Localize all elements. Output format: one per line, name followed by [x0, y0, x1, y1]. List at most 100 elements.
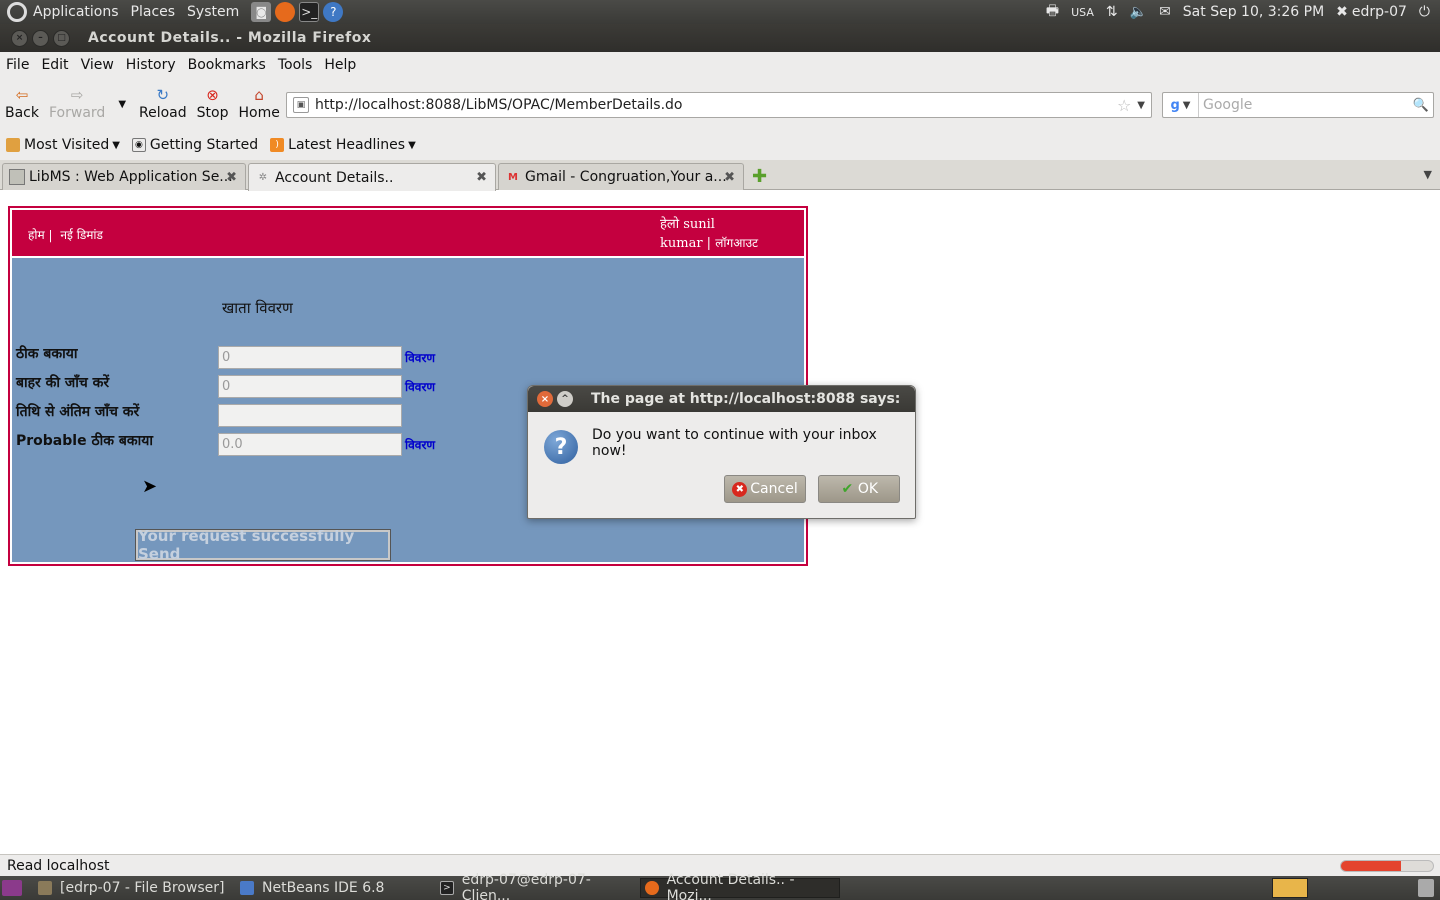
- stop-label: Stop: [196, 105, 229, 121]
- screenshot-launcher-icon[interactable]: ◙: [251, 2, 272, 22]
- terminal-icon: >: [440, 881, 454, 895]
- stop-icon: ⊗: [206, 86, 219, 104]
- cancel-button[interactable]: ✖ Cancel: [724, 475, 806, 503]
- power-icon[interactable]: ⏻: [1419, 4, 1430, 20]
- logout-link[interactable]: लॉगआउट: [715, 236, 758, 250]
- applications-menu[interactable]: Applications: [33, 4, 119, 20]
- site-identity-icon[interactable]: ▣: [293, 97, 309, 113]
- url-text[interactable]: http://localhost:8088/LibMS/OPAC/MemberD…: [315, 97, 682, 113]
- history-dropdown-button[interactable]: ▼: [110, 81, 134, 127]
- forward-label: Forward: [49, 105, 106, 121]
- network-icon[interactable]: ⇅: [1106, 4, 1118, 20]
- tab-close-icon[interactable]: ✖: [226, 170, 237, 185]
- page-content: होम | नई डिमांड हेलो sunil kumar | लॉगआउ…: [0, 191, 1440, 854]
- bookmark-latest-headlines[interactable]: ) Latest Headlines ▼: [270, 137, 416, 153]
- user-greeting: हेलो sunil kumar | लॉगआउट: [660, 215, 780, 253]
- menu-file[interactable]: File: [0, 57, 35, 73]
- window-titlebar[interactable]: × – □ Account Details.. - Mozilla Firefo…: [0, 24, 1440, 52]
- printer-icon[interactable]: 🖶: [1046, 0, 1059, 24]
- chevron-down-icon: ▼: [408, 139, 416, 151]
- menu-history[interactable]: History: [120, 57, 182, 73]
- task-terminal[interactable]: > edrp-07@edrp-07-Clien...: [440, 872, 636, 900]
- tab-gmail[interactable]: M Gmail - Congruation,Your a... ✖: [498, 163, 744, 190]
- dialog-title: The page at http://localhost:8088 says:: [591, 391, 901, 407]
- fine-due-details-link[interactable]: विवरण: [405, 349, 435, 366]
- home-button[interactable]: ⌂ Home: [233, 81, 284, 127]
- tab-libms[interactable]: LibMS : Web Application Se... ✖: [2, 163, 246, 190]
- url-bar[interactable]: ▣ http://localhost:8088/LibMS/OPAC/Membe…: [286, 92, 1152, 118]
- user-status-icon[interactable]: ✖: [1336, 4, 1348, 20]
- tab-list-chevron-icon[interactable]: ▼: [1424, 168, 1432, 181]
- tab-close-icon[interactable]: ✖: [724, 170, 735, 185]
- reload-label: Reload: [139, 105, 187, 121]
- dialog-titlebar[interactable]: × ^ The page at http://localhost:8088 sa…: [528, 386, 915, 412]
- tab-account-details[interactable]: ✲ Account Details.. ✖: [248, 163, 496, 191]
- menu-help[interactable]: Help: [318, 57, 362, 73]
- search-magnifier-icon[interactable]: 🔍: [1413, 98, 1429, 113]
- request-sent-button[interactable]: Your request successfully Send: [135, 527, 391, 563]
- bookmark-label: Latest Headlines: [288, 137, 406, 153]
- ok-button[interactable]: ✔ OK: [818, 475, 900, 503]
- firefox-icon: [645, 881, 659, 895]
- fine-due-field[interactable]: [218, 346, 402, 369]
- task-label: Account Details.. - Mozi...: [666, 872, 795, 900]
- user-name[interactable]: edrp-07: [1352, 4, 1407, 20]
- new-tab-plus-icon[interactable]: ✚: [752, 166, 767, 187]
- window-maximize-icon[interactable]: □: [53, 29, 70, 47]
- dialog-minimize-icon[interactable]: ^: [557, 391, 573, 407]
- tab-close-icon[interactable]: ✖: [476, 170, 487, 185]
- last-check-date-field[interactable]: [218, 404, 402, 427]
- trash-icon[interactable]: [1418, 879, 1434, 897]
- window-title: Account Details.. - Mozilla Firefox: [88, 30, 372, 46]
- bookmark-most-visited[interactable]: Most Visited ▼: [6, 137, 120, 153]
- home-icon: ⌂: [254, 86, 264, 104]
- nav-home-link[interactable]: होम |: [28, 228, 53, 242]
- dialog-close-icon[interactable]: ×: [537, 391, 553, 407]
- menu-edit[interactable]: Edit: [35, 57, 74, 73]
- window-close-icon[interactable]: ×: [11, 29, 28, 47]
- places-menu[interactable]: Places: [131, 4, 176, 20]
- menu-bookmarks[interactable]: Bookmarks: [182, 57, 272, 73]
- reload-button[interactable]: ↻ Reload: [134, 81, 192, 127]
- probable-fine-details-link[interactable]: विवरण: [405, 436, 435, 453]
- cancel-label: Cancel: [750, 481, 798, 497]
- firefox-launcher-icon[interactable]: [275, 2, 296, 22]
- clock[interactable]: Sat Sep 10, 3:26 PM: [1183, 4, 1324, 20]
- nav-new-demand-link[interactable]: नई डिमांड: [60, 228, 103, 242]
- menu-tools[interactable]: Tools: [272, 57, 319, 73]
- back-button[interactable]: ⇦ Back: [0, 81, 44, 127]
- volume-icon[interactable]: 🔈: [1130, 4, 1147, 20]
- terminal-launcher-icon[interactable]: >_: [299, 2, 320, 22]
- probable-fine-field[interactable]: [218, 433, 402, 456]
- workspace-switcher[interactable]: [1272, 878, 1308, 898]
- checked-out-row: बाहर की जाँच करें विवरण: [16, 373, 516, 398]
- checked-out-field[interactable]: [218, 375, 402, 398]
- task-firefox[interactable]: Account Details.. - Mozi...: [640, 872, 840, 900]
- stop-button[interactable]: ⊗ Stop: [192, 81, 234, 127]
- checked-out-details-link[interactable]: विवरण: [405, 378, 435, 395]
- search-bar[interactable]: g ▼ Google 🔍: [1162, 92, 1434, 118]
- system-menu[interactable]: System: [187, 4, 239, 20]
- bookmark-star-icon[interactable]: ☆: [1117, 96, 1131, 115]
- bookmark-getting-started[interactable]: ◉ Getting Started: [131, 137, 258, 153]
- fine-due-row: ठीक बकाया विवरण: [16, 344, 516, 369]
- mail-icon[interactable]: ✉: [1159, 4, 1171, 20]
- url-dropdown-icon[interactable]: ▼: [1137, 100, 1145, 111]
- probable-fine-row: Probable ठीक बकाया विवरण: [16, 431, 516, 456]
- tab-label: Gmail - Congruation,Your a...: [525, 169, 727, 185]
- ubuntu-logo-icon[interactable]: [7, 2, 27, 22]
- forward-button[interactable]: ⇨ Forward: [44, 81, 110, 127]
- help-launcher-icon[interactable]: ?: [323, 2, 344, 22]
- task-netbeans[interactable]: NetBeans IDE 6.8: [240, 878, 432, 898]
- greeting-line2: kumar |: [660, 236, 712, 251]
- question-icon: ?: [544, 430, 578, 464]
- keyboard-layout[interactable]: USA: [1071, 6, 1094, 19]
- search-input[interactable]: Google: [1203, 97, 1252, 113]
- google-icon: g: [1170, 97, 1180, 113]
- menu-view[interactable]: View: [75, 57, 120, 73]
- show-desktop-icon[interactable]: [2, 880, 22, 896]
- window-minimize-icon[interactable]: –: [32, 29, 49, 47]
- search-engine-selector[interactable]: g ▼: [1163, 93, 1199, 117]
- file-browser-icon: [38, 881, 52, 895]
- task-file-browser[interactable]: [edrp-07 - File Browser]: [38, 878, 234, 898]
